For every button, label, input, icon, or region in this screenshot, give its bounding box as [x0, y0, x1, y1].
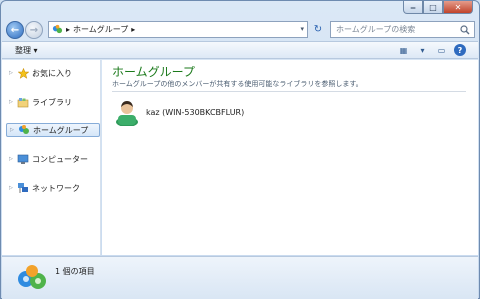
- sidebar-item-libraries[interactable]: ▷ ライブラリ: [6, 95, 100, 109]
- divider: [112, 91, 466, 92]
- address-dropdown-icon[interactable]: ▾: [300, 25, 304, 33]
- sidebar-item-label: ネットワーク: [32, 183, 80, 193]
- change-view-icon[interactable]: ▦: [397, 44, 410, 56]
- explorer-window: ‒ □ ✕ ← → ▸ ホームグループ ▸ ▾ ↻ ホームグループの検索 整理 …: [0, 0, 480, 299]
- help-icon[interactable]: ?: [454, 44, 466, 56]
- caption-buttons: ‒ □ ✕: [403, 1, 473, 14]
- command-bar: 整理 ▾ ▦ ▾ ▭ ?: [2, 41, 478, 59]
- refresh-icon: ↻: [313, 24, 323, 35]
- expand-icon[interactable]: ▷: [9, 185, 14, 191]
- preview-pane-icon[interactable]: ▭: [435, 44, 448, 56]
- sidebar-item-label: ホームグループ: [33, 125, 89, 135]
- minimize-button[interactable]: ‒: [403, 1, 423, 14]
- user-label[interactable]: kaz (WIN-530BKCBFLUR): [146, 108, 244, 117]
- item-count: 1 個の項目: [55, 267, 95, 276]
- content-pane: ホームグループ ホームグループの他のメンバーが共有する使用可能なライブラリを参照…: [102, 60, 478, 255]
- navigation-pane: ▷ お気に入り ▷ ライブラリ ▷ ホームグループ ▷ コンピューター ▷ ネッ…: [2, 60, 101, 255]
- sidebar-item-favorites[interactable]: ▷ お気に入り: [6, 66, 100, 80]
- sidebar-item-computer[interactable]: ▷ コンピューター: [6, 152, 100, 166]
- view-dropdown-icon[interactable]: ▾: [416, 44, 429, 56]
- user-icon: [116, 101, 138, 126]
- sidebar-item-network[interactable]: ▷ ネットワーク: [6, 181, 100, 195]
- expand-icon[interactable]: ▷: [10, 127, 15, 133]
- sidebar-item-label: ライブラリ: [32, 97, 72, 107]
- library-icon: [17, 96, 29, 108]
- expand-icon[interactable]: ▷: [9, 70, 14, 76]
- list-item[interactable]: kaz (WIN-530BKCBFLUR): [114, 98, 244, 126]
- sidebar-item-homegroup[interactable]: ▷ ホームグループ: [6, 123, 100, 137]
- star-icon: [17, 67, 29, 79]
- details-pane: 1 個の項目: [2, 256, 478, 299]
- search-box[interactable]: ホームグループの検索: [330, 21, 475, 38]
- homegroup-icon: [18, 124, 30, 136]
- homegroup-icon: [52, 24, 63, 34]
- search-icon[interactable]: [460, 25, 470, 35]
- close-button[interactable]: ✕: [443, 1, 473, 14]
- address-bar[interactable]: ▸ ホームグループ ▸ ▾: [48, 21, 308, 38]
- breadcrumb-separator[interactable]: ▸: [66, 25, 70, 34]
- page-description: ホームグループの他のメンバーが共有する使用可能なライブラリを参照します。: [112, 80, 363, 88]
- breadcrumb[interactable]: ホームグループ: [73, 24, 128, 35]
- back-button[interactable]: ←: [6, 21, 24, 39]
- network-icon: [17, 182, 29, 194]
- forward-button[interactable]: →: [25, 21, 43, 39]
- page-title: ホームグループ: [112, 65, 195, 79]
- view-controls: ▦ ▾ ▭ ?: [397, 44, 466, 56]
- expand-icon[interactable]: ▷: [9, 156, 14, 162]
- search-placeholder[interactable]: ホームグループの検索: [336, 24, 415, 35]
- computer-icon: [17, 153, 29, 165]
- organize-button[interactable]: 整理 ▾: [15, 45, 38, 56]
- breadcrumb-separator[interactable]: ▸: [131, 25, 135, 34]
- forward-arrow-icon: →: [29, 24, 39, 36]
- sidebar-item-label: お気に入り: [32, 68, 72, 78]
- back-arrow-icon: ←: [10, 24, 20, 36]
- sidebar-item-label: コンピューター: [32, 154, 88, 164]
- maximize-button[interactable]: □: [423, 1, 443, 14]
- expand-icon[interactable]: ▷: [9, 99, 14, 105]
- homegroup-icon: [18, 265, 46, 289]
- refresh-button[interactable]: ↻: [310, 21, 326, 38]
